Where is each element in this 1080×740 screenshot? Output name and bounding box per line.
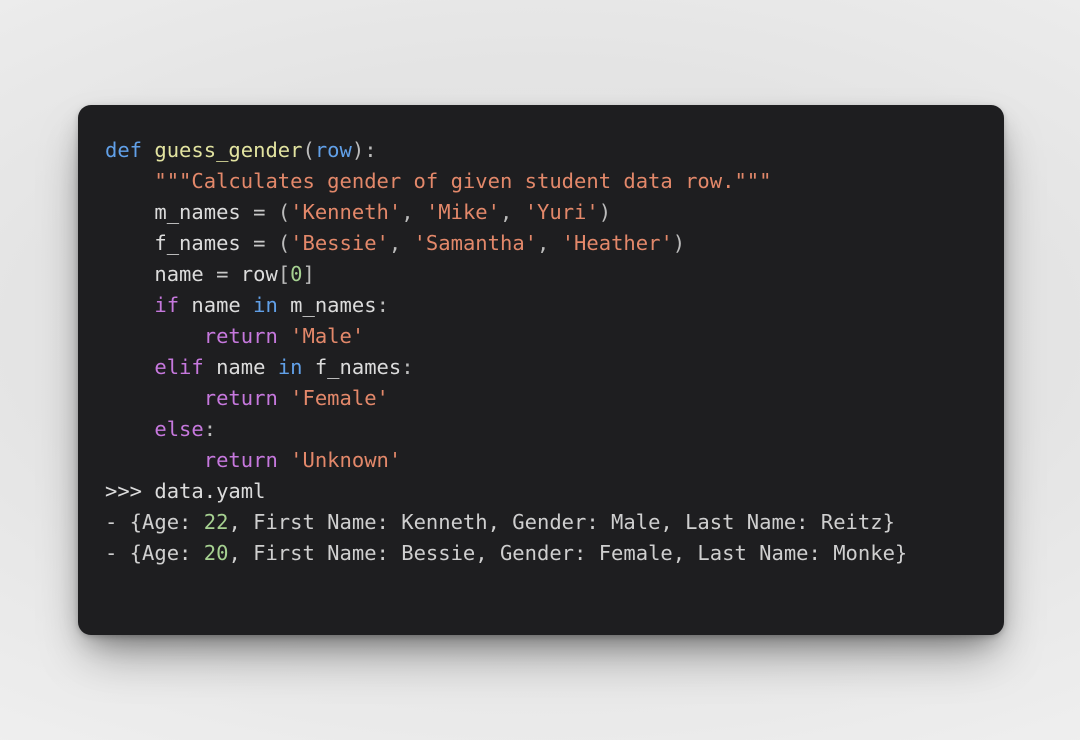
code-token: , First Name: Bessie, Gender: Female, La… — [228, 541, 908, 565]
code-token: ] — [302, 262, 315, 286]
code-token: , — [500, 200, 525, 224]
code-token: row — [240, 262, 278, 286]
code-line: >>> data.yaml — [105, 476, 994, 507]
code-token: - {Age: — [105, 541, 204, 565]
code-token: in — [253, 293, 278, 317]
code-token: row — [314, 138, 352, 162]
code-token: f_names — [314, 355, 402, 379]
code-token: return — [203, 386, 278, 410]
code-token: : — [401, 355, 414, 379]
code-token: 'Mike' — [425, 200, 500, 224]
code-token: 'Yuri' — [524, 200, 599, 224]
code-line: return 'Unknown' — [105, 445, 994, 476]
code-token: ) — [598, 200, 612, 224]
code-card: def guess_gender(row): """Calculates gen… — [78, 105, 1004, 635]
code-token: - {Age: — [105, 510, 204, 534]
code-token: [ — [277, 262, 291, 286]
code-line: name = row[0] — [105, 259, 994, 290]
code-token: f_names — [154, 231, 241, 255]
code-token: m_names — [154, 200, 241, 224]
code-line: if name in m_names: — [105, 290, 994, 321]
code-line: - {Age: 22, First Name: Kenneth, Gender:… — [105, 507, 994, 538]
code-token: : — [376, 293, 389, 317]
screenshot-stage: def guess_gender(row): """Calculates gen… — [0, 0, 1080, 740]
code-token: 'Female' — [290, 386, 389, 410]
code-token: 22 — [203, 510, 229, 534]
code-token: , — [537, 231, 562, 255]
code-line: return 'Male' — [105, 321, 994, 352]
code-token: ( — [277, 231, 291, 255]
code-line: m_names = ('Kenneth', 'Mike', 'Yuri') — [105, 197, 994, 228]
code-token: 'Unknown' — [290, 448, 402, 472]
code-token: , — [388, 231, 414, 255]
code-token: def — [105, 138, 143, 162]
code-token: ( — [302, 138, 315, 162]
code-token: m_names — [290, 293, 377, 317]
code-token: = — [253, 231, 266, 255]
code-token: else — [154, 417, 204, 441]
code-line: """Calculates gender of given student da… — [105, 166, 994, 197]
code-token: 'Samantha' — [413, 231, 538, 255]
code-token: data.yaml — [154, 479, 266, 503]
code-token: 'Kenneth' — [290, 200, 402, 224]
code-token: """Calculates gender of given student da… — [154, 169, 772, 193]
code-line: elif name in f_names: — [105, 352, 994, 383]
code-token: ) — [672, 231, 686, 255]
code-token: 'Heather' — [561, 231, 673, 255]
code-block[interactable]: def guess_gender(row): """Calculates gen… — [105, 135, 994, 569]
code-token: name — [191, 293, 241, 317]
code-token: = — [216, 262, 229, 286]
code-token: name — [216, 355, 266, 379]
code-token: return — [203, 448, 278, 472]
code-token: 'Male' — [290, 324, 365, 348]
code-line: else: — [105, 414, 994, 445]
code-token: >>> — [105, 479, 155, 503]
code-token: ( — [277, 200, 291, 224]
code-token: 0 — [290, 262, 303, 286]
code-token: 'Bessie' — [290, 231, 389, 255]
code-line: - {Age: 20, First Name: Bessie, Gender: … — [105, 538, 994, 569]
code-token: , — [401, 200, 426, 224]
code-token: 20 — [203, 541, 229, 565]
code-line: return 'Female' — [105, 383, 994, 414]
code-token: name — [154, 262, 204, 286]
code-token: if — [154, 293, 180, 317]
code-token: ): — [351, 138, 377, 162]
code-line: f_names = ('Bessie', 'Samantha', 'Heathe… — [105, 228, 994, 259]
code-token: guess_gender — [154, 138, 303, 162]
code-token: = — [253, 200, 266, 224]
code-token: , First Name: Kenneth, Gender: Male, Las… — [228, 510, 895, 534]
code-line: def guess_gender(row): — [105, 135, 994, 166]
code-token: return — [203, 324, 278, 348]
code-token: : — [203, 417, 217, 441]
code-token: in — [277, 355, 303, 379]
code-token: elif — [154, 355, 204, 379]
